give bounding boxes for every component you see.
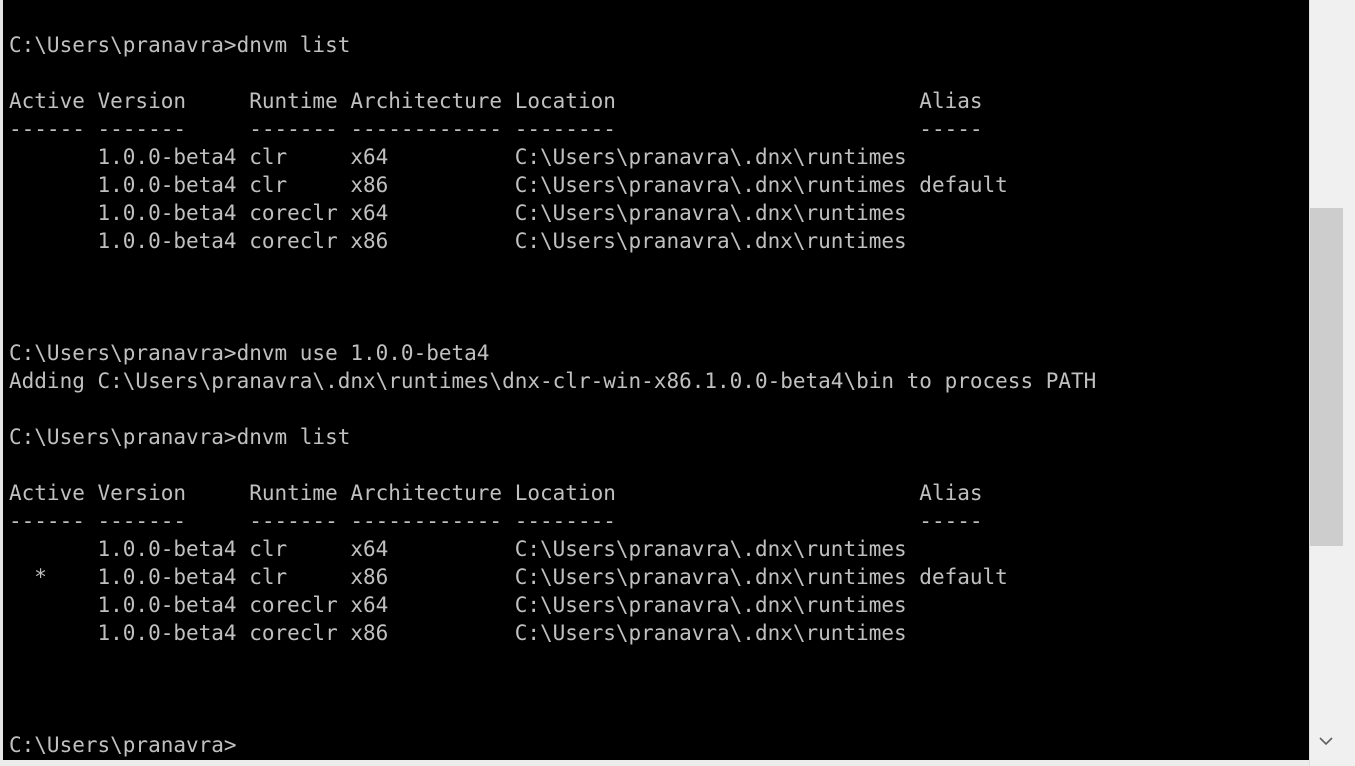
console-line: 1.0.0-beta4 clr x86 C:\Users\pranavra\.d… xyxy=(9,173,1008,197)
window-bottom-border xyxy=(0,760,1309,766)
console-line: Adding C:\Users\pranavra\.dnx\runtimes\d… xyxy=(9,369,1097,393)
console-line: 1.0.0-beta4 clr x64 C:\Users\pranavra\.d… xyxy=(9,145,907,169)
console-line: C:\Users\pranavra>dnvm list xyxy=(9,33,351,57)
console-line: 1.0.0-beta4 coreclr x86 C:\Users\pranavr… xyxy=(9,621,907,645)
console-line: 1.0.0-beta4 clr x64 C:\Users\pranavra\.d… xyxy=(9,537,907,561)
console-line: 1.0.0-beta4 coreclr x64 C:\Users\pranavr… xyxy=(9,201,907,225)
chevron-down-icon[interactable] xyxy=(1315,728,1337,754)
console-window: C:\Users\pranavra>dnvm list Active Versi… xyxy=(0,0,1355,766)
window-border xyxy=(0,0,3,766)
scrollbar-thumb[interactable] xyxy=(1310,208,1343,546)
console-output[interactable]: C:\Users\pranavra>dnvm list Active Versi… xyxy=(9,31,1305,760)
console-line: C:\Users\pranavra>dnvm use 1.0.0-beta4 xyxy=(9,341,490,365)
prompt-line[interactable]: C:\Users\pranavra> xyxy=(9,731,1305,759)
console-line: 1.0.0-beta4 coreclr x64 C:\Users\pranavr… xyxy=(9,593,907,617)
console-line: * 1.0.0-beta4 clr x86 C:\Users\pranavra\… xyxy=(9,565,1008,589)
vertical-scrollbar[interactable] xyxy=(1309,0,1355,766)
console-line: C:\Users\pranavra>dnvm list xyxy=(9,425,351,449)
console-line: 1.0.0-beta4 coreclr x86 C:\Users\pranavr… xyxy=(9,229,907,253)
console-line: ------ ------- ------- ------------ ----… xyxy=(9,509,983,533)
console-line: Active Version Runtime Architecture Loca… xyxy=(9,481,983,505)
console-line: Active Version Runtime Architecture Loca… xyxy=(9,89,983,113)
console-line: ------ ------- ------- ------------ ----… xyxy=(9,117,983,141)
